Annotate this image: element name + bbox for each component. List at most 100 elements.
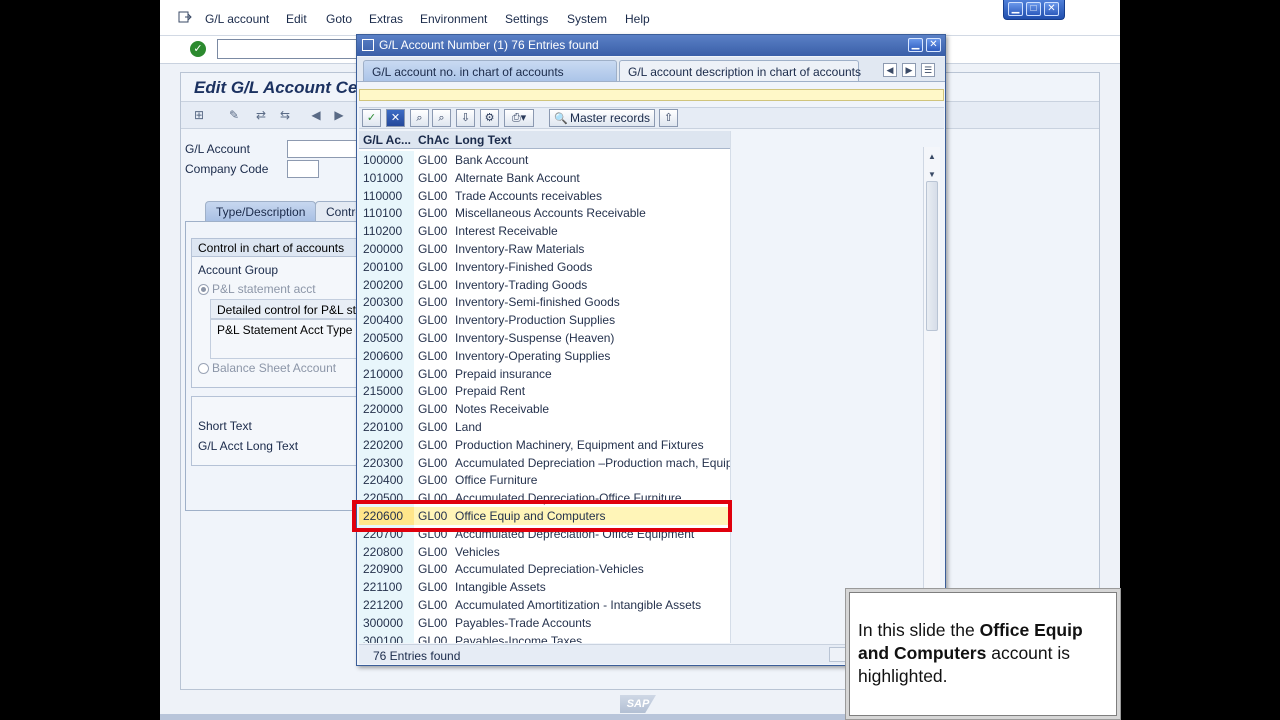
cell-gl-account: 220300	[363, 455, 404, 470]
table-row[interactable]: 220500 GL00 Accumulated Depreciation-Offic…	[359, 489, 730, 507]
cell-gl-account: 300000	[363, 615, 404, 630]
table-row[interactable]: 300100 GL00 Payables-Income Taxes	[359, 631, 730, 643]
unlink-icon[interactable]: ⇆	[277, 108, 293, 122]
scroll-thumb[interactable]	[926, 181, 938, 331]
cell-long-text: Land	[455, 419, 482, 434]
column-header-long-text[interactable]: Long Text	[455, 133, 511, 147]
link-icon[interactable]: ⇄	[253, 108, 269, 122]
search-help-popup: G/L Account Number (1) 76 Entries found …	[356, 34, 946, 666]
table-row[interactable]: 101000 GL00 Alternate Bank Account	[359, 168, 730, 187]
personal-list-icon[interactable]: ⇧	[659, 109, 678, 127]
cell-long-text: Miscellaneous Accounts Receivable	[455, 206, 646, 221]
table-row[interactable]: 110000 GL00 Trade Accounts receivables	[359, 186, 730, 205]
table-row[interactable]: 220000 GL00 Notes Receivable	[359, 400, 730, 418]
tab-scroll-right-icon[interactable]: ▶	[902, 63, 916, 77]
table-row[interactable]: 220100 GL00 Land	[359, 417, 730, 436]
table-row[interactable]: 300000 GL00 Payables-Trade Accounts	[359, 613, 730, 632]
cell-chart-of-accounts: GL00	[418, 615, 448, 630]
cell-chart-of-accounts: GL00	[418, 437, 448, 452]
cell-chart-of-accounts: GL00	[418, 170, 448, 185]
column-header-chart-of-accounts[interactable]: ChAc	[418, 133, 449, 147]
table-row[interactable]: 200100 GL00 Inventory-Finished Goods	[359, 257, 730, 276]
table-row[interactable]: 100000 GL00 Bank Account	[359, 151, 730, 169]
sort-icon[interactable]: ⇩	[456, 109, 475, 127]
table-row[interactable]: 220900 GL00 Accumulated Depreciation-Vehic…	[359, 560, 730, 579]
find-icon[interactable]: ⌕	[410, 109, 429, 127]
cell-chart-of-accounts: GL00	[418, 224, 448, 239]
cell-chart-of-accounts: GL00	[418, 402, 448, 417]
find-next-icon[interactable]: ⌕	[432, 109, 451, 127]
enter-check-icon[interactable]: ✓	[190, 41, 206, 57]
company-code-input[interactable]	[287, 160, 319, 178]
table-row[interactable]: 215000 GL00 Prepaid Rent	[359, 382, 730, 401]
menu-edit[interactable]: Edit	[286, 12, 307, 26]
menu-bar: G/L account Edit Goto Extras Environment…	[160, 0, 1120, 36]
table-row[interactable]: 220400 GL00 Office Furniture	[359, 471, 730, 490]
balance-sheet-radio[interactable]: Balance Sheet Account	[198, 361, 336, 375]
menu-system[interactable]: System	[567, 12, 607, 26]
table-row[interactable]: 221100 GL00 Intangible Assets	[359, 578, 730, 596]
table-row[interactable]: 200200 GL00 Inventory-Trading Goods	[359, 275, 730, 294]
vertical-scrollbar[interactable]: ▲ ▼	[923, 147, 940, 639]
table-row[interactable]: 200300 GL00 Inventory-Semi-finished Goods	[359, 293, 730, 312]
pl-statement-radio[interactable]: P&L statement acct	[198, 282, 316, 296]
menu-environment[interactable]: Environment	[420, 12, 487, 26]
menu-settings[interactable]: Settings	[505, 12, 548, 26]
table-row[interactable]: 200600 GL00 Inventory-Operating Supplies	[359, 346, 730, 365]
grid-header: G/L Ac... ChAc Long Text	[359, 131, 730, 149]
master-records-button[interactable]: 🔍 Master records	[549, 109, 656, 127]
table-row[interactable]: 210000 GL00 Prepaid insurance	[359, 364, 730, 383]
cell-long-text: Intangible Assets	[455, 580, 546, 595]
tab-account-number[interactable]: G/L account no. in chart of accounts	[363, 60, 617, 81]
restriction-bar[interactable]	[359, 89, 944, 101]
cell-long-text: Alternate Bank Account	[455, 170, 580, 185]
menu-goto[interactable]: Goto	[326, 12, 352, 26]
print-icon[interactable]: ⎙▾	[504, 109, 534, 127]
cell-long-text: Accumulated Depreciation- Office Equipme…	[455, 526, 695, 541]
command-field[interactable]	[217, 39, 362, 59]
cell-gl-account: 110000	[363, 188, 403, 203]
table-row[interactable]: 200400 GL00 Inventory-Production Supplies	[359, 311, 730, 329]
table-row[interactable]: 200000 GL00 Inventory-Raw Materials	[359, 239, 730, 258]
menu-icon[interactable]	[178, 10, 192, 24]
scroll-up-icon[interactable]: ▲	[926, 151, 938, 163]
cell-chart-of-accounts: GL00	[418, 330, 448, 345]
continue-check-icon[interactable]: ✓	[362, 109, 381, 127]
menu-extras[interactable]: Extras	[369, 12, 403, 26]
scroll-down-icon[interactable]: ▼	[926, 169, 938, 181]
tab-scroll-left-icon[interactable]: ◀	[883, 63, 897, 77]
table-row[interactable]: 110200 GL00 Interest Receivable	[359, 222, 730, 240]
table-row[interactable]: 220800 GL00 Vehicles	[359, 542, 730, 561]
cell-chart-of-accounts: GL00	[418, 384, 448, 399]
tab-list-icon[interactable]: ☰	[921, 63, 935, 77]
minimize-icon[interactable]: ▁	[908, 38, 923, 52]
minimize-icon[interactable]: ▁	[1008, 2, 1023, 16]
cancel-x-icon[interactable]: ✕	[386, 109, 405, 127]
hierarchy-icon[interactable]: ⊞	[191, 108, 207, 122]
close-icon[interactable]: ✕	[926, 38, 941, 52]
table-row[interactable]: 220700 GL00 Accumulated Depreciation- Offi…	[359, 524, 730, 543]
display-change-icon[interactable]: ✎	[226, 108, 242, 122]
close-icon[interactable]: ✕	[1044, 2, 1059, 16]
grid-body: 100000 GL00 Bank Account 101000 GL00 Alternat…	[359, 151, 730, 643]
cell-long-text: Payables-Income Taxes	[455, 633, 583, 643]
column-header-gl-account[interactable]: G/L Ac...	[363, 133, 411, 147]
table-row[interactable]: 221200 GL00 Accumulated Amortitization - I…	[359, 595, 730, 614]
tab-type-description[interactable]: Type/Description	[205, 201, 317, 221]
table-row[interactable]: 200500 GL00 Inventory-Suspense (Heaven)	[359, 328, 730, 347]
table-row[interactable]: 220200 GL00 Production Machinery, Equipmen…	[359, 435, 730, 454]
table-row[interactable]: 110100 GL00 Miscellaneous Accounts Receiva…	[359, 204, 730, 223]
cell-chart-of-accounts: GL00	[418, 597, 448, 612]
cell-gl-account: 215000	[363, 384, 404, 399]
previous-icon[interactable]: ◀	[308, 108, 324, 122]
next-icon[interactable]: ▶	[331, 108, 347, 122]
cell-long-text: Inventory-Finished Goods	[455, 259, 593, 274]
gl-account-input[interactable]	[287, 140, 357, 158]
menu-help[interactable]: Help	[625, 12, 650, 26]
table-row-selected[interactable]: 220600 GL00 Office Equip and Computers	[359, 506, 730, 525]
maximize-icon[interactable]: □	[1026, 2, 1041, 16]
menu-gl-account[interactable]: G/L account	[205, 12, 269, 26]
tab-account-description[interactable]: G/L account description in chart of acco…	[619, 60, 861, 81]
table-row[interactable]: 220300 GL00 Accumulated Depreciation –Prod…	[359, 453, 730, 472]
settings-icon[interactable]: ⚙	[480, 109, 499, 127]
